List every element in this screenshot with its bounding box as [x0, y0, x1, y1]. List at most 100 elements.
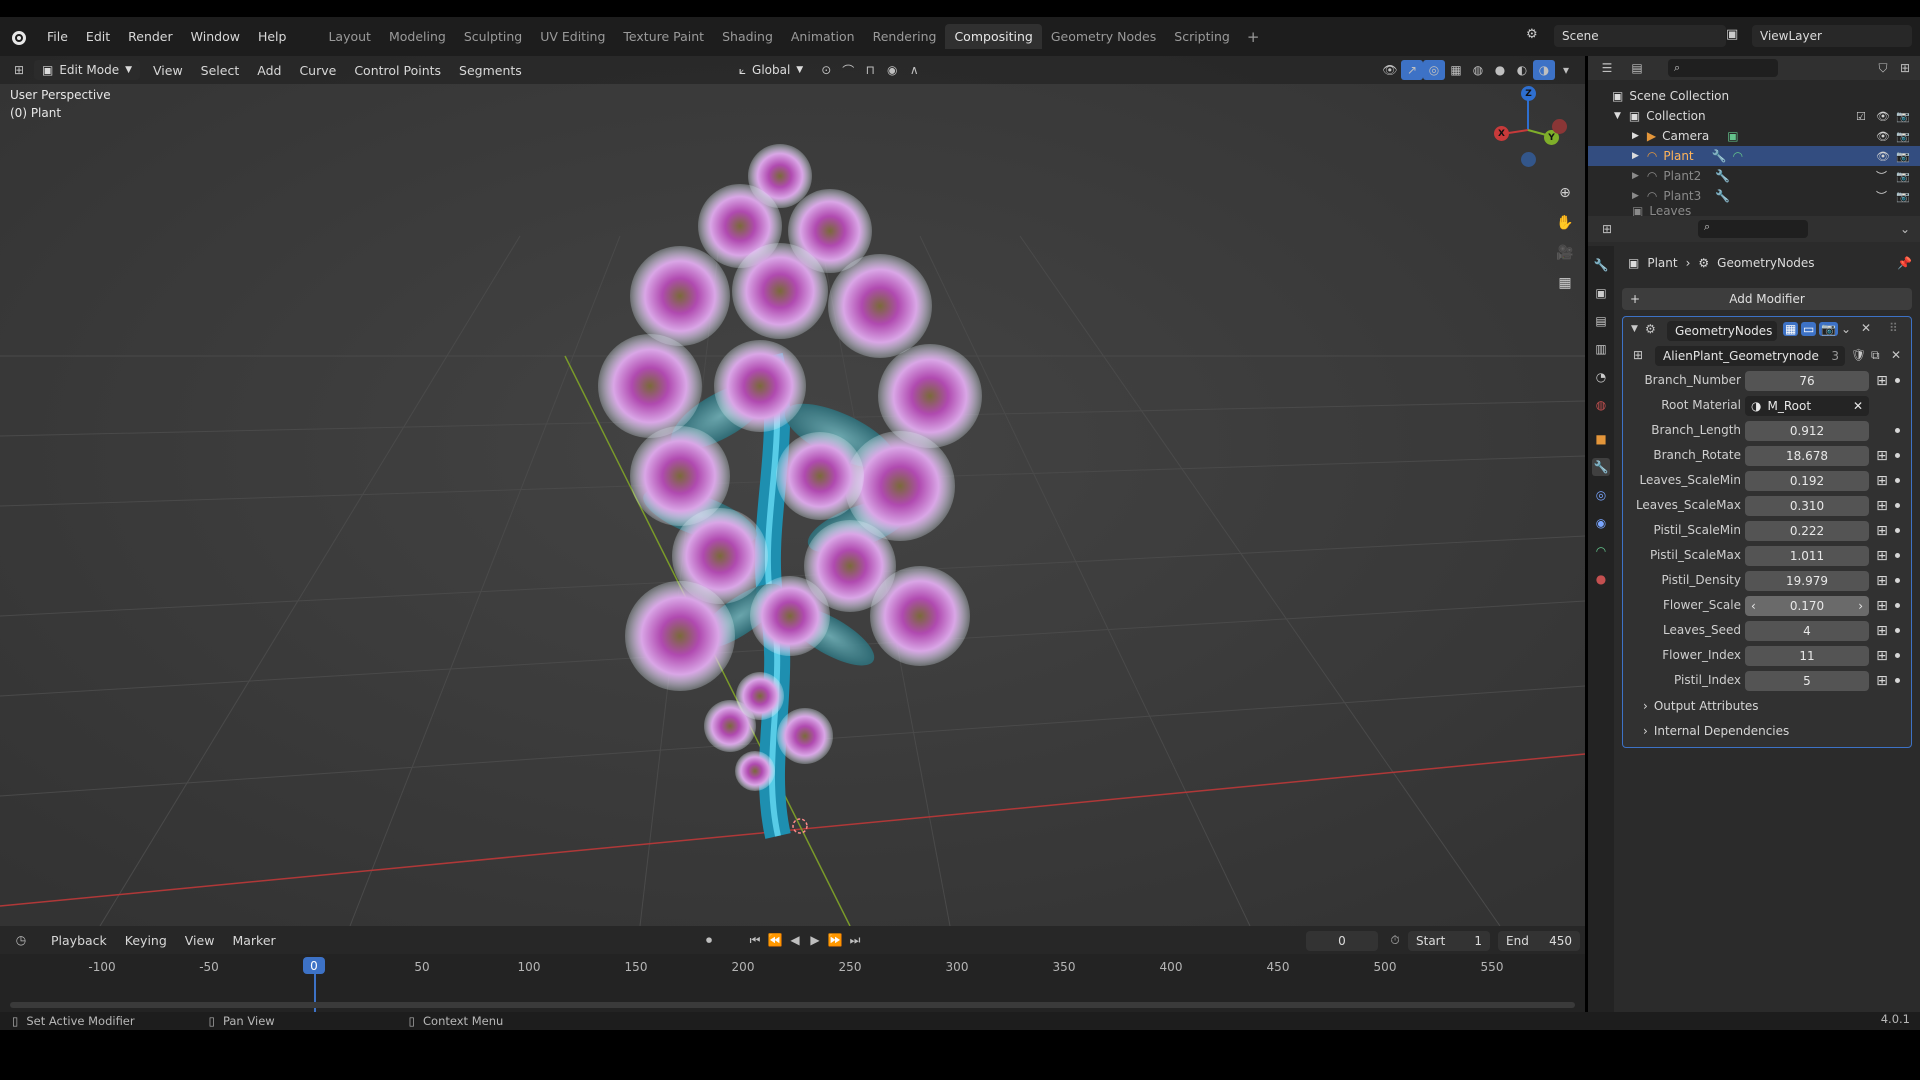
clear-material-icon[interactable]: ✕: [1853, 399, 1863, 413]
jump-end-icon[interactable]: ⏭: [844, 930, 866, 950]
scene-selector-icon[interactable]: ⚙: [1526, 27, 1538, 42]
shading-options-icon[interactable]: ▾: [1555, 60, 1577, 80]
duplicate-icon[interactable]: ⧉: [1871, 348, 1880, 363]
expand-arrow-icon[interactable]: ▶: [1632, 131, 1639, 141]
param-value-field[interactable]: 4: [1745, 621, 1869, 641]
tab-animation[interactable]: Animation: [782, 24, 864, 49]
object-tab-icon[interactable]: ■: [1592, 430, 1610, 448]
pivot-icon[interactable]: ⊙: [815, 60, 837, 80]
view-layer-tab-icon[interactable]: ▥: [1592, 340, 1610, 358]
outliner-row-scene-collection[interactable]: ▣ Scene Collection: [1588, 86, 1920, 106]
new-collection-icon[interactable]: ⊞: [1894, 58, 1916, 78]
3d-viewport[interactable]: ⊞ ▣ Edit Mode ▼ View Select Add Curve Co…: [0, 56, 1585, 926]
timeline-scrollbar[interactable]: [10, 1002, 1575, 1008]
close-icon[interactable]: ✕: [1861, 321, 1871, 335]
rendered-shading-icon[interactable]: ◑: [1533, 60, 1555, 80]
menu-file[interactable]: File: [38, 29, 77, 44]
timeline-editor[interactable]: ◷ Playback Keying View Marker ⏺ ⏮ ⏪ ◀ ▶ …: [0, 926, 1585, 1018]
gizmo-toggle-icon[interactable]: ↗: [1401, 60, 1423, 80]
filter-icon[interactable]: ⛉: [1872, 58, 1894, 78]
tool-tab-icon[interactable]: 🔧: [1592, 256, 1610, 274]
output-tab-icon[interactable]: ▤: [1592, 312, 1610, 330]
world-tab-icon[interactable]: ◍: [1592, 396, 1610, 414]
expand-arrow-icon[interactable]: ▶: [1632, 171, 1639, 181]
increment-arrow-icon[interactable]: ›: [1858, 599, 1863, 613]
current-frame-field[interactable]: 0: [1306, 931, 1378, 951]
modifier-wrench-icon[interactable]: 🔧: [1712, 149, 1727, 163]
properties-editor[interactable]: ⊞ ⌕ ⌄ 🔧 ▣ ▤ ▥ ◔ ◍ ■ 🔧 ◎ ◉ ◠ ● ▣ Plant › …: [1588, 216, 1920, 1012]
timeline-menu-playback[interactable]: Playback: [42, 930, 116, 951]
expand-arrow-icon[interactable]: ▶: [1632, 191, 1639, 201]
view-layer-selector[interactable]: ViewLayer: [1752, 25, 1912, 47]
eye-icon[interactable]: 👁: [1876, 130, 1890, 143]
expand-arrow-icon[interactable]: ▼: [1614, 111, 1621, 121]
keyframe-dot-icon[interactable]: [1895, 378, 1900, 383]
viewport-toggle-icon[interactable]: ▭: [1801, 322, 1817, 336]
view-layer-icon[interactable]: ▣: [1726, 27, 1738, 42]
outliner-editor-type-icon[interactable]: ☰: [1596, 58, 1618, 78]
play-reverse-icon[interactable]: ◀: [784, 930, 806, 950]
snap-icon[interactable]: ⌒: [837, 60, 859, 80]
timeline-editor-type-icon[interactable]: ◷: [10, 930, 32, 950]
pin-icon[interactable]: 📌: [1897, 256, 1912, 270]
physics-tab-icon[interactable]: ◉: [1592, 514, 1610, 532]
record-icon[interactable]: ⏺: [698, 930, 720, 950]
add-workspace-button[interactable]: +: [1239, 28, 1268, 46]
keyframe-dot-icon[interactable]: [1895, 528, 1900, 533]
jump-start-icon[interactable]: ⏮: [744, 930, 766, 950]
display-mode-icon[interactable]: ▤: [1626, 58, 1648, 78]
blender-logo-icon[interactable]: [8, 27, 28, 47]
camera-render-icon[interactable]: 📷: [1896, 130, 1910, 143]
eye-hidden-icon[interactable]: ︶: [1876, 168, 1887, 184]
play-icon[interactable]: ▶: [804, 930, 826, 950]
param-value-field[interactable]: 0.310: [1745, 496, 1869, 516]
navigation-gizmo[interactable]: Z X Y: [1488, 86, 1568, 167]
output-attributes-panel[interactable]: › Output Attributes: [1643, 699, 1759, 713]
menu-render[interactable]: Render: [119, 29, 182, 44]
keyframe-dot-icon[interactable]: [1895, 603, 1900, 608]
node-socket-toggle-icon[interactable]: ⊞: [1874, 598, 1890, 614]
camera-view-icon[interactable]: 🎥: [1552, 240, 1578, 266]
outliner-row-plant2[interactable]: ▶ ◠ Plant2 🔧 ︶ 📷: [1588, 166, 1920, 186]
mode-dropdown[interactable]: ▣ Edit Mode ▼: [34, 60, 140, 80]
menu-window[interactable]: Window: [182, 29, 249, 44]
param-value-field[interactable]: 18.678: [1745, 446, 1869, 466]
properties-editor-type-icon[interactable]: ⊞: [1596, 219, 1618, 239]
node-socket-toggle-icon[interactable]: ⊞: [1874, 448, 1890, 464]
playhead[interactable]: 0: [303, 957, 325, 974]
outliner-search-field[interactable]: ⌕: [1668, 59, 1778, 77]
keyframe-dot-icon[interactable]: [1895, 653, 1900, 658]
tab-texture-paint[interactable]: Texture Paint: [614, 24, 713, 49]
eye-hidden-icon[interactable]: ︶: [1876, 188, 1887, 204]
material-shading-icon[interactable]: ◐: [1511, 60, 1533, 80]
node-tree-field[interactable]: AlienPlant_Geometrynode 3: [1655, 346, 1845, 366]
scene-selector[interactable]: Scene: [1554, 25, 1726, 47]
visibility-icon[interactable]: 👁: [1379, 60, 1401, 80]
param-value-field[interactable]: 0.192: [1745, 471, 1869, 491]
node-socket-toggle-icon[interactable]: ⊞: [1874, 673, 1890, 689]
wireframe-shading-icon[interactable]: ◍: [1467, 60, 1489, 80]
unlink-icon[interactable]: ✕: [1891, 348, 1901, 362]
gizmo-neg-z[interactable]: [1521, 152, 1536, 167]
collapse-arrow-icon[interactable]: ▼: [1631, 324, 1638, 334]
camera-render-icon[interactable]: 📷: [1896, 110, 1910, 123]
pan-hand-icon[interactable]: ✋: [1552, 210, 1578, 236]
gizmo-x[interactable]: X: [1494, 126, 1509, 141]
viewport-menu-add[interactable]: Add: [248, 60, 290, 81]
node-socket-toggle-icon[interactable]: ⊞: [1874, 498, 1890, 514]
keyframe-dot-icon[interactable]: [1895, 503, 1900, 508]
stopwatch-icon[interactable]: ⏱: [1384, 930, 1406, 950]
outliner[interactable]: ☰ ▤ ⌕ ⛉ ⊞ ▣ Scene Collection ▼ ▣ Collect…: [1588, 56, 1920, 216]
material-field[interactable]: ◑ M_Root ✕: [1745, 396, 1869, 416]
node-socket-toggle-icon[interactable]: ⊞: [1874, 648, 1890, 664]
overlay-icon[interactable]: ◎: [1423, 60, 1445, 80]
keyframe-dot-icon[interactable]: [1895, 578, 1900, 583]
param-value-field[interactable]: 1.011: [1745, 546, 1869, 566]
start-frame-field[interactable]: Start 1: [1408, 931, 1490, 951]
tab-layout[interactable]: Layout: [319, 24, 380, 49]
node-socket-toggle-icon[interactable]: ⊞: [1874, 473, 1890, 489]
modifier-wrench-icon[interactable]: 🔧: [1715, 189, 1730, 203]
particles-tab-icon[interactable]: ◎: [1592, 486, 1610, 504]
menu-help[interactable]: Help: [249, 29, 296, 44]
viewport-menu-select[interactable]: Select: [192, 60, 249, 81]
